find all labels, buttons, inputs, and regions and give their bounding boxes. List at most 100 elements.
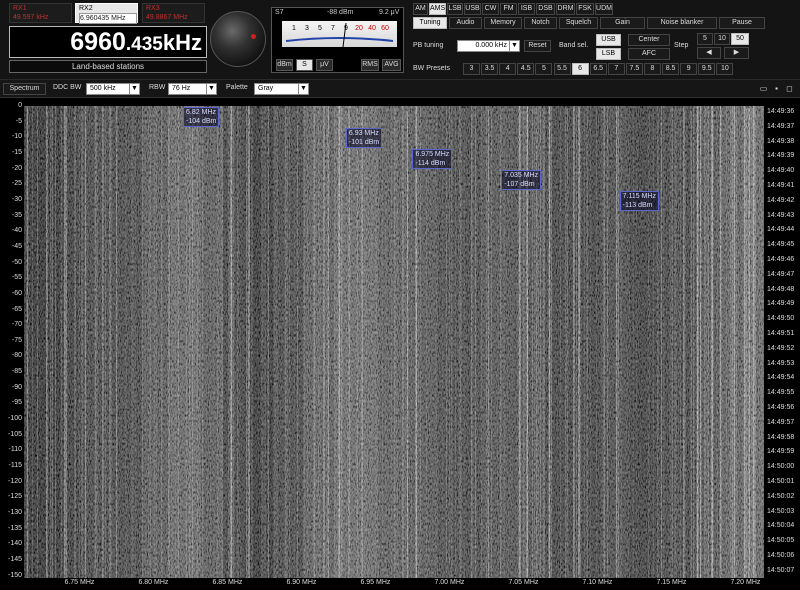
- time-tick-label: 14:50:05: [767, 537, 795, 545]
- uv-button[interactable]: μV: [316, 59, 333, 71]
- pb-tuning-input[interactable]: 0.000 kHz ▼: [457, 40, 520, 52]
- mode-dsb-button[interactable]: DSB: [536, 3, 555, 15]
- meter-scale-label: 5: [318, 25, 322, 32]
- bw-preset-button[interactable]: 10: [716, 63, 734, 75]
- time-tick-label: 14:49:39: [767, 152, 795, 160]
- time-tick-label: 14:49:57: [767, 418, 795, 426]
- tab-notch[interactable]: Notch: [524, 17, 557, 29]
- mode-fsk-button[interactable]: FSK: [576, 3, 594, 15]
- bw-preset-button[interactable]: 4: [499, 63, 517, 75]
- bw-preset-button[interactable]: 9.5: [698, 63, 716, 75]
- signal-marker[interactable]: 6.975 MHz -114 dBm: [412, 149, 453, 169]
- mode-lsb-button[interactable]: LSB: [447, 3, 463, 15]
- rx2-tab[interactable]: RX2 6.960435 MHz: [75, 3, 138, 24]
- s-button[interactable]: S: [296, 59, 313, 71]
- mode-cw-button[interactable]: CW: [482, 3, 499, 15]
- avg-button[interactable]: AVG: [382, 59, 401, 71]
- reset-button[interactable]: Reset: [524, 40, 551, 52]
- bw-preset-button[interactable]: 5.5: [553, 63, 571, 75]
- signal-marker[interactable]: 6.93 MHz -101 dBm: [345, 128, 383, 148]
- bw-preset-button[interactable]: 3.5: [481, 63, 499, 75]
- center-button[interactable]: Center: [628, 34, 670, 46]
- spectrum-button[interactable]: Spectrum: [3, 83, 46, 95]
- tab-memory[interactable]: Memory: [484, 17, 522, 29]
- signal-marker[interactable]: 7.035 MHz -107 dBm: [501, 170, 542, 190]
- time-tick-label: 14:49:48: [767, 285, 795, 293]
- mode-usb-button[interactable]: USB: [464, 3, 481, 15]
- rbw-select[interactable]: 76 Hz ▼: [168, 83, 217, 95]
- time-tick-label: 14:50:07: [767, 566, 795, 574]
- dbm-button[interactable]: dBm: [276, 59, 293, 71]
- step-50-button[interactable]: 50: [731, 33, 749, 45]
- marker-frequency: 7.115 MHz: [622, 193, 656, 200]
- mode-isb-button[interactable]: ISB: [518, 3, 535, 15]
- tab-gain[interactable]: Gain: [600, 17, 645, 29]
- chevron-down-icon[interactable]: ▼: [298, 84, 308, 94]
- rx3-tab[interactable]: RX3 49.8867 MHz: [142, 3, 205, 23]
- save-icon[interactable]: ▪: [772, 84, 781, 93]
- level-tick-label: -60: [11, 289, 22, 297]
- mode-udm-button[interactable]: UDM: [595, 3, 613, 15]
- tile-icon[interactable]: ▭: [759, 84, 768, 93]
- step-10-button[interactable]: 10: [714, 33, 730, 45]
- chevron-down-icon[interactable]: ▼: [509, 41, 519, 51]
- step-left-icon[interactable]: ◀: [697, 47, 721, 59]
- waterfall-display[interactable]: 6.82 MHz -104 dBm 6.93 MHz -101 dBm 6.975 MH…: [24, 106, 764, 578]
- s-meter-needle: 1 3 5 7 9 20 40 60: [285, 22, 394, 48]
- tab-pause[interactable]: Pause: [719, 17, 765, 29]
- afc-button[interactable]: AFC: [628, 48, 670, 60]
- level-tick-label: -110: [8, 446, 23, 454]
- band-usb-button[interactable]: USB: [596, 34, 621, 46]
- rx1-tab[interactable]: RX1 49.597 kHz: [9, 3, 72, 23]
- fullscreen-icon[interactable]: ◻: [785, 84, 794, 93]
- level-tick-label: 0: [18, 102, 22, 109]
- rx1-label: RX1: [13, 5, 27, 12]
- step-right-icon[interactable]: ▶: [724, 47, 749, 59]
- frequency-fraction: .435: [125, 34, 163, 55]
- time-tick-label: 14:50:04: [767, 522, 795, 530]
- step-label: Step: [674, 42, 689, 49]
- mode-drm-button[interactable]: DRM: [556, 3, 575, 15]
- time-tick-label: 14:49:45: [767, 241, 795, 249]
- tab-tuning[interactable]: Tuning: [413, 17, 447, 29]
- bw-preset-button[interactable]: 7.5: [625, 63, 643, 75]
- bw-preset-button[interactable]: 4.5: [517, 63, 535, 75]
- tab-squelch[interactable]: Squelch: [559, 17, 598, 29]
- signal-marker[interactable]: 7.115 MHz -113 dBm: [619, 191, 659, 211]
- bw-preset-button[interactable]: 5: [535, 63, 553, 75]
- signal-marker[interactable]: 6.82 MHz -104 dBm: [183, 107, 220, 127]
- time-tick-label: 14:50:02: [767, 492, 795, 500]
- marker-frequency: 6.93 MHz: [348, 130, 379, 137]
- bw-preset-button[interactable]: 8.5: [662, 63, 680, 75]
- tuning-knob[interactable]: [210, 11, 266, 67]
- rms-button[interactable]: RMS: [361, 59, 379, 71]
- tab-audio[interactable]: Audio: [449, 17, 482, 29]
- bw-preset-button[interactable]: 9: [680, 63, 698, 75]
- level-tick-label: -130: [7, 509, 22, 517]
- band-lsb-button[interactable]: LSB: [596, 48, 621, 60]
- mode-am-button[interactable]: AM: [413, 3, 428, 15]
- marker-frequency: 7.035 MHz: [504, 172, 539, 179]
- frequency-display[interactable]: 6960.435kHz: [9, 26, 207, 58]
- tab-noise-blanker[interactable]: Noise blanker: [647, 17, 717, 29]
- palette-select[interactable]: Gray ▼: [254, 83, 309, 95]
- chevron-down-icon[interactable]: ▼: [129, 84, 139, 94]
- mode-ams-button[interactable]: AMS: [429, 3, 446, 15]
- bw-preset-button[interactable]: 6.5: [589, 63, 607, 75]
- chevron-down-icon[interactable]: ▼: [206, 84, 216, 94]
- bw-preset-button[interactable]: 7: [607, 63, 625, 75]
- band-sel-label: Band sel.: [559, 42, 589, 49]
- bw-preset-button[interactable]: 6: [571, 63, 589, 75]
- s-meter: S7 -88 dBm 9.2 μV 1 3 5 7 9 20 40 60 dBm S μV R…: [271, 7, 404, 73]
- time-tick-label: 14:49:41: [767, 182, 795, 189]
- marker-level: -107 dBm: [504, 181, 535, 188]
- marker-level: -113 dBm: [622, 202, 653, 209]
- mode-fm-button[interactable]: FM: [500, 3, 517, 15]
- ddc-bw-select[interactable]: 500 kHz ▼: [86, 83, 140, 95]
- step-5-button[interactable]: 5: [697, 33, 713, 45]
- meter-arc: [285, 37, 394, 42]
- bw-preset-button[interactable]: 3: [463, 63, 480, 75]
- bw-preset-button[interactable]: 8: [644, 63, 661, 75]
- waterfall-toolbar: Spectrum DDC BW 500 kHz ▼ RBW 76 Hz ▼ Pale…: [0, 80, 800, 98]
- level-tick-label: -15: [11, 148, 22, 156]
